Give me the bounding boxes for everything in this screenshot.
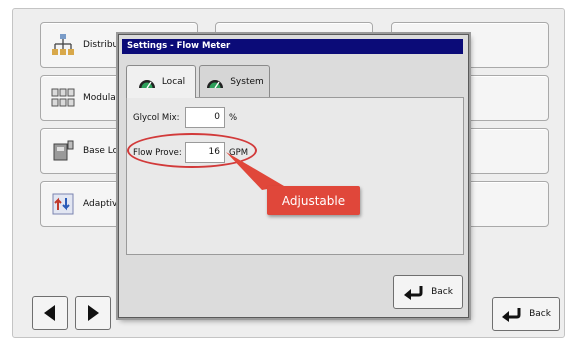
tab-content-panel: Glycol Mix: 0 % Flow Prove: 16 GPM — [126, 97, 464, 255]
menu-tile-label: Adaptive — [83, 199, 123, 209]
glycol-mix-input[interactable]: 0 — [185, 107, 225, 128]
tab-label: Local — [161, 77, 186, 87]
base-load-icon — [53, 140, 74, 161]
menu-tile-label: Distribut — [83, 40, 122, 50]
distribution-icon — [52, 34, 74, 55]
arrow-right-icon — [88, 305, 99, 321]
dialog-back-label: Back — [431, 287, 453, 297]
tab-system[interactable]: System — [199, 65, 270, 97]
dialog-title: Settings - Flow Meter — [122, 39, 463, 54]
tab-local[interactable]: Local — [126, 65, 196, 98]
nav-next-button[interactable] — [75, 296, 111, 330]
glycol-mix-unit: % — [229, 113, 238, 123]
dialog-back-button[interactable]: Back — [393, 275, 463, 309]
adaptive-icon — [52, 193, 74, 215]
nav-previous-button[interactable] — [32, 296, 68, 330]
glycol-mix-label: Glycol Mix: — [133, 113, 180, 123]
arrow-left-icon — [44, 305, 55, 321]
return-arrow-icon — [502, 308, 521, 322]
flow-meter-settings-dialog: Settings - Flow Meter Local System Glyco… — [118, 34, 469, 318]
gauge-icon — [207, 79, 224, 88]
back-button-label: Back — [529, 309, 551, 319]
tab-label: System — [230, 76, 264, 87]
gauge-icon — [138, 80, 155, 89]
back-button[interactable]: Back — [492, 297, 560, 331]
return-arrow-icon — [404, 286, 423, 300]
callout-adjustable: Adjustable — [267, 186, 360, 215]
menu-tile-label: Modular — [83, 93, 120, 103]
modular-grid-icon — [51, 88, 75, 107]
